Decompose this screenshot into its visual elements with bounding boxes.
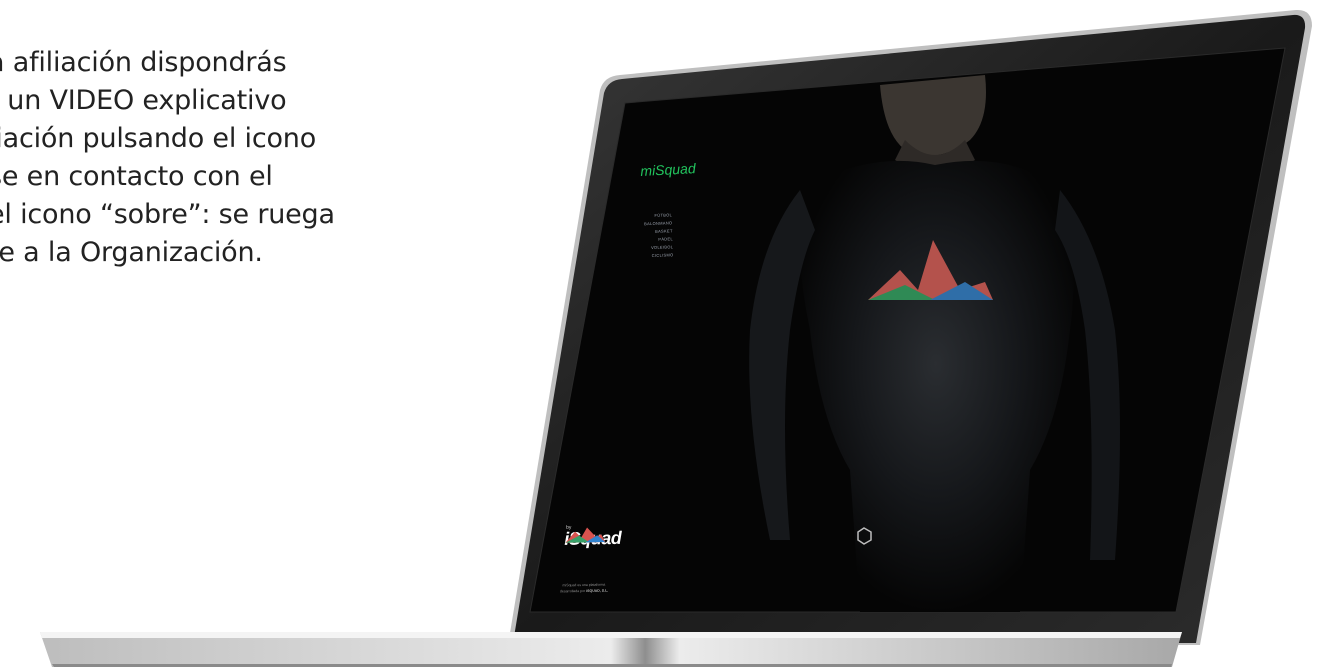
footer-line-2: desarrollada por bbox=[559, 588, 586, 594]
intro-line-1: a afiliación dispondrás bbox=[0, 47, 287, 78]
intro-text: a afiliación dispondrás r un VIDEO expli… bbox=[0, 44, 408, 272]
intro-line-5: el icono “sobre”: se ruega bbox=[0, 199, 335, 230]
site-brand[interactable]: miSquad bbox=[640, 160, 696, 179]
intro-line-4: se en contacto con el bbox=[0, 161, 273, 192]
intro-line-3: liación pulsando el icono bbox=[0, 123, 317, 154]
isquad-logo[interactable]: by iSquad bbox=[555, 524, 622, 550]
hexagon-icon bbox=[857, 527, 872, 545]
page: a afiliación dispondrás r un VIDEO expli… bbox=[0, 0, 1317, 670]
menu-item-voleibol[interactable]: VOLEIBOL bbox=[623, 243, 673, 253]
intro-line-2: r un VIDEO explicativo bbox=[0, 85, 287, 116]
laptop-base bbox=[40, 632, 1182, 667]
logo-by-text: by bbox=[565, 524, 572, 531]
mountains-logo-icon bbox=[565, 527, 606, 543]
lid-bezel bbox=[513, 14, 1306, 643]
menu-item-padel[interactable]: PÁDEL bbox=[623, 235, 673, 245]
athlete-image bbox=[749, 75, 1120, 612]
menu-item-basket[interactable]: BASKET bbox=[623, 227, 673, 237]
menu-item-ciclismo[interactable]: CICLISMO bbox=[623, 251, 674, 261]
screen bbox=[529, 47, 1286, 613]
site-footer: miSquad es una plataforma desarrollada p… bbox=[544, 581, 624, 594]
logo-name: iSquad bbox=[564, 527, 622, 549]
intro-line-6: te a la Organización. bbox=[0, 237, 263, 268]
footer-line-1: miSquad es una plataforma bbox=[562, 582, 606, 588]
lid-rim bbox=[508, 9, 1312, 645]
footer-company: iSQUAD, S.L. bbox=[586, 588, 609, 593]
menu-item-futbol[interactable]: FÚTBOL bbox=[622, 211, 672, 221]
menu-item-balonmano[interactable]: BALONMANO bbox=[622, 219, 672, 229]
site-menu: FÚTBOL BALONMANO BASKET PÁDEL VOLEIBOL C… bbox=[622, 211, 674, 261]
